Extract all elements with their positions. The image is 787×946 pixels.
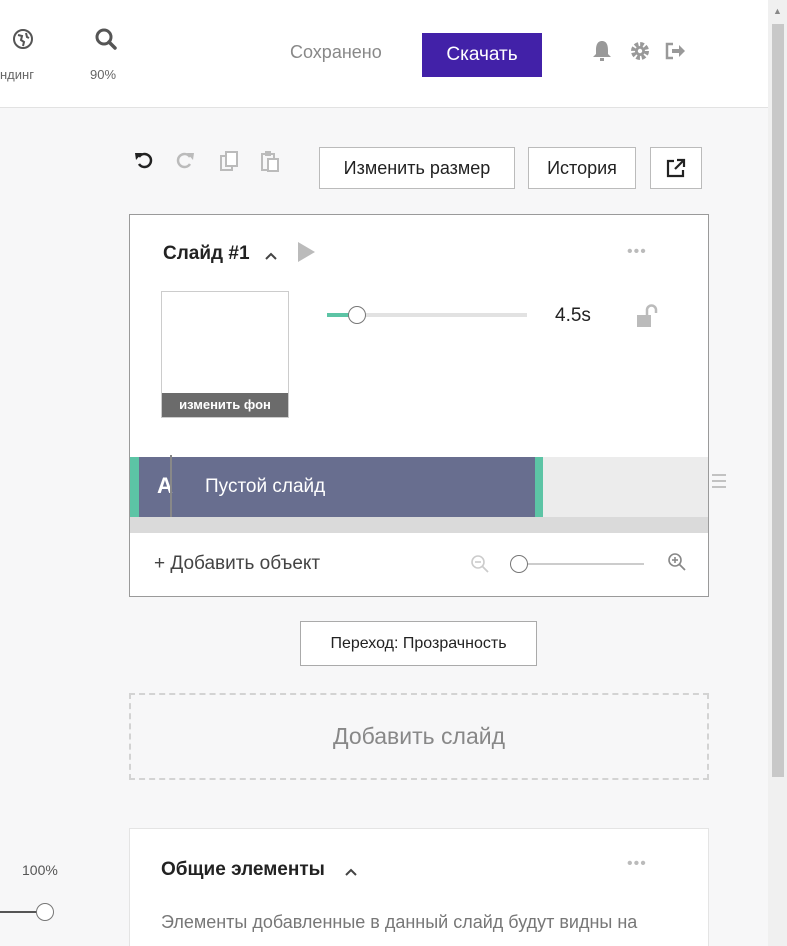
- slide-title: Слайд #1: [163, 243, 250, 264]
- change-background-button[interactable]: изменить фон: [162, 393, 288, 417]
- editor-page: ндинг 90% Сохранено Скачать Изменить раз…: [0, 0, 787, 946]
- common-elements-title: Общие элементы: [161, 859, 325, 880]
- search-icon[interactable]: [94, 27, 118, 51]
- unlock-icon[interactable]: [636, 304, 658, 328]
- download-button[interactable]: Скачать: [422, 33, 542, 77]
- external-link-icon: [666, 158, 686, 178]
- play-icon[interactable]: [296, 241, 316, 263]
- slide-menu-button[interactable]: •••: [627, 243, 647, 261]
- open-external-button[interactable]: [650, 147, 702, 189]
- common-elements-menu-button[interactable]: •••: [627, 855, 647, 873]
- undo-icon[interactable]: [134, 150, 154, 170]
- history-button[interactable]: История: [528, 147, 636, 189]
- globe-icon[interactable]: [12, 28, 34, 50]
- gear-icon[interactable]: [629, 40, 651, 62]
- transition-button[interactable]: Переход: Прозрачность: [300, 621, 537, 666]
- scrollbar-thumb[interactable]: [772, 24, 784, 777]
- timeline-zoom-track[interactable]: [510, 563, 644, 565]
- logout-icon[interactable]: [665, 42, 687, 60]
- zoom-level: 90%: [90, 67, 117, 82]
- zoom-out-icon[interactable]: [470, 554, 490, 574]
- scroll-up-arrow-icon[interactable]: ▲: [773, 6, 782, 16]
- top-toolbar: ндинг 90% Сохранено Скачать: [0, 0, 768, 108]
- left-slider-handle[interactable]: [36, 903, 54, 921]
- slide-duration: 4.5s: [555, 305, 591, 326]
- bell-icon[interactable]: [592, 40, 612, 62]
- common-elements-description: Элементы добавленные в данный слайд буду…: [161, 912, 638, 946]
- timeline-ruler: [130, 517, 708, 533]
- paste-icon[interactable]: [260, 150, 280, 172]
- slide-card: Слайд #1 ••• изменить фон 4.5s A Пустой …: [129, 214, 709, 597]
- left-zoom-label: 100%: [22, 862, 58, 878]
- collapse-chevron-icon[interactable]: [264, 251, 278, 261]
- drag-handle-icon[interactable]: [712, 474, 726, 488]
- add-object-button[interactable]: + Добавить объект: [154, 553, 320, 575]
- left-slider-track[interactable]: [0, 911, 38, 913]
- copy-icon[interactable]: [219, 150, 239, 172]
- timeline-item-empty-slide[interactable]: [130, 457, 543, 517]
- zoom-in-icon[interactable]: [667, 552, 687, 572]
- timeline-zoom-handle[interactable]: [510, 555, 529, 573]
- timeline-item-label: Пустой слайд: [205, 476, 326, 497]
- duration-slider-handle[interactable]: [348, 306, 366, 324]
- slide-thumbnail[interactable]: изменить фон: [161, 291, 289, 418]
- add-slide-button[interactable]: Добавить слайд: [129, 693, 709, 780]
- resize-button[interactable]: Изменить размер: [319, 147, 515, 189]
- collapse-chevron-icon[interactable]: [344, 867, 358, 877]
- saved-status: Сохранено: [290, 42, 382, 62]
- branding-label[interactable]: ндинг: [0, 67, 34, 82]
- redo-icon[interactable]: [175, 150, 195, 170]
- common-elements-card: Общие элементы ••• Элементы добавленные …: [129, 828, 709, 946]
